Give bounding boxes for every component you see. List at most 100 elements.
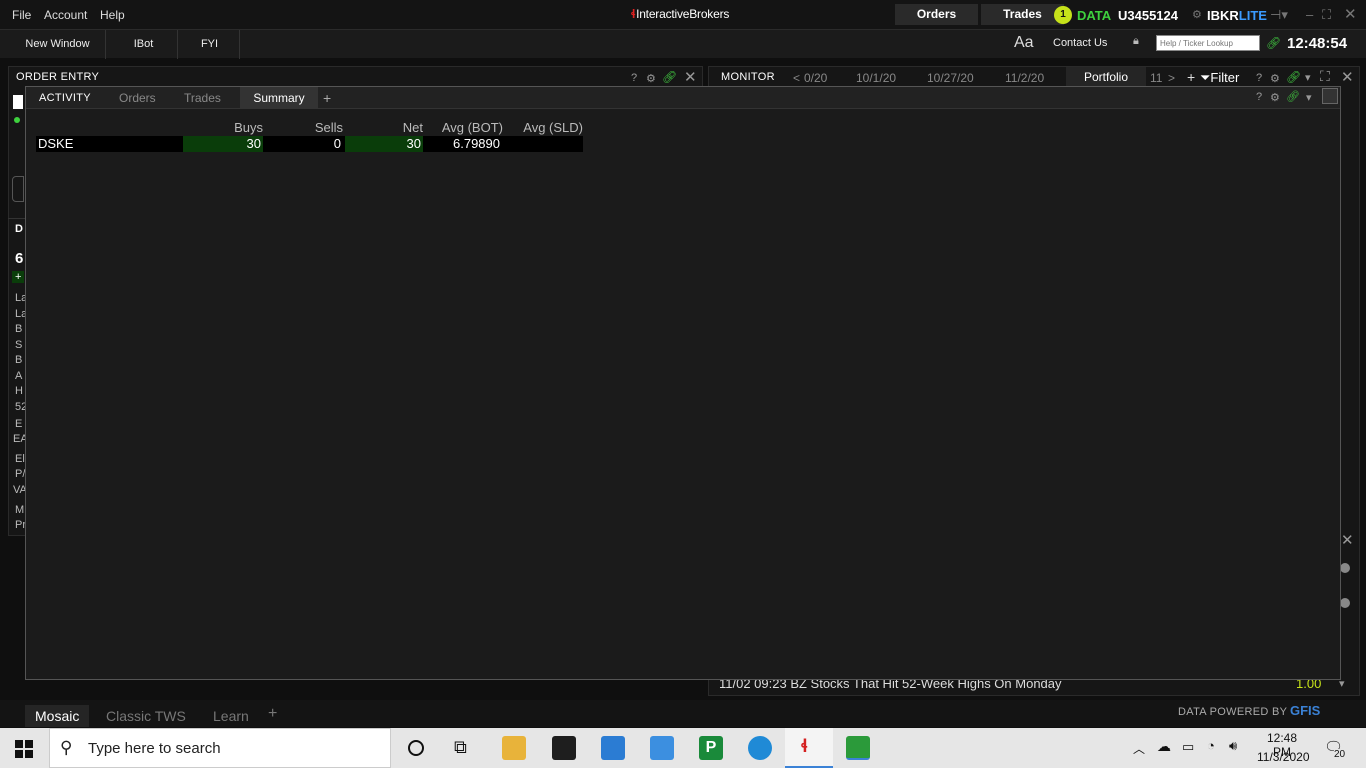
trading-app-icon[interactable]	[846, 736, 870, 760]
side-label-2[interactable]: +	[12, 271, 25, 283]
monitor-close-icon[interactable]: ✕	[1341, 68, 1354, 86]
new-window-button[interactable]: New Window	[10, 30, 106, 59]
scroll-knob-icon[interactable]	[1340, 563, 1350, 573]
col-header-avg-bot[interactable]: Avg (BOT)	[423, 120, 503, 135]
add-layout-icon[interactable]: +	[258, 703, 287, 725]
monitor-maximize-icon[interactable]: ⛶	[1320, 68, 1330, 85]
activity-link-icon[interactable]: 🔗︎	[1286, 90, 1300, 103]
order-entry-symbol-box[interactable]	[13, 95, 23, 109]
order-entry-title: ORDER ENTRY	[16, 71, 100, 83]
monitor-scroll-left-icon[interactable]: <	[793, 71, 800, 85]
taskbar-search-text[interactable]: Type here to search	[88, 740, 221, 757]
monitor-link-icon[interactable]: 🔗︎	[1286, 70, 1301, 84]
order-entry-help-icon[interactable]: ?	[631, 72, 637, 84]
orders-button[interactable]: Orders	[895, 4, 978, 25]
order-entry-link-icon[interactable]: 🔗︎	[662, 70, 677, 84]
activity-dropdown-icon[interactable]: ▾	[1306, 91, 1312, 104]
battery-icon[interactable]: ▭	[1182, 739, 1194, 755]
activity-gear-icon[interactable]: ⚙	[1270, 91, 1280, 104]
row-avg-bot: 6.79890	[453, 136, 500, 151]
windows-start-icon[interactable]	[15, 740, 33, 758]
activity-maximize-icon[interactable]	[1322, 88, 1338, 104]
data-status[interactable]: DATA	[1077, 8, 1111, 23]
pin-icon[interactable]: ⊣▾	[1270, 7, 1288, 23]
store-icon[interactable]	[552, 736, 576, 760]
monitor-tab-0[interactable]: 0/20	[804, 71, 827, 85]
ibkr-lite-label: IBKRLITE	[1207, 8, 1267, 23]
task-view-icon[interactable]: ⧉	[454, 737, 467, 758]
minimize-icon[interactable]: ‒	[1306, 7, 1313, 22]
order-entry-close-icon[interactable]: ✕	[684, 68, 697, 86]
monitor-tab-2[interactable]: 10/27/20	[927, 71, 974, 85]
tab-classic-tws[interactable]: Classic TWS	[96, 705, 196, 727]
monitor-dropdown-icon[interactable]: ▾	[1305, 71, 1311, 84]
monitor-add-tab-icon[interactable]: +	[1187, 69, 1195, 85]
tab-learn[interactable]: Learn	[203, 705, 259, 727]
ibkr-text: IBKR	[1207, 8, 1239, 23]
col-header-sells[interactable]: Sells	[263, 120, 343, 135]
volume-icon[interactable]: 🔊︎	[1229, 738, 1237, 754]
menu-file[interactable]: File	[12, 8, 31, 22]
side-label-14: P/	[15, 468, 26, 480]
side-label-1: 6	[15, 250, 24, 267]
close-icon[interactable]: ✕	[1344, 5, 1357, 23]
order-entry-search-icon[interactable]	[12, 176, 24, 202]
row-symbol[interactable]: DSKE	[38, 136, 183, 152]
clock: 12:48:54	[1287, 35, 1348, 52]
activity-help-icon[interactable]: ?	[1256, 91, 1262, 103]
monitor-tab-1[interactable]: 10/1/20	[856, 71, 896, 85]
tray-chevron-icon[interactable]: ︿	[1133, 740, 1145, 757]
edge-icon[interactable]	[748, 736, 772, 760]
gfis-logo: GFIS	[1290, 703, 1321, 718]
lock-icon[interactable]: 🔒︎	[1133, 35, 1139, 48]
file-explorer-icon[interactable]	[502, 736, 526, 760]
tws-icon[interactable]: ɬ	[801, 736, 807, 757]
news-close-icon[interactable]: ✕	[1341, 531, 1354, 549]
tab-trades[interactable]: Trades	[184, 87, 221, 109]
add-tab-icon[interactable]: +	[323, 87, 331, 109]
onedrive-icon[interactable]: ☁	[1157, 738, 1171, 755]
link-icon[interactable]: 🔗︎	[1266, 36, 1281, 50]
monitor-tab-overflow[interactable]: 11	[1150, 71, 1162, 85]
gear-icon[interactable]: ⚙	[1192, 8, 1202, 21]
tab-orders[interactable]: Orders	[119, 87, 156, 109]
menu-help[interactable]: Help	[100, 8, 125, 22]
publisher-icon[interactable]: P	[699, 736, 723, 760]
maximize-icon[interactable]: ⛶	[1322, 7, 1331, 23]
tab-summary[interactable]: Summary	[240, 87, 318, 109]
brand-logo: ɬInteractiveBrokers	[631, 7, 729, 21]
col-header-net[interactable]: Net	[343, 120, 423, 135]
col-header-avg-sld[interactable]: Avg (SLD)	[503, 120, 583, 135]
ticker-lookup-input[interactable]	[1156, 35, 1260, 51]
power-automate-icon[interactable]	[650, 736, 674, 760]
account-id[interactable]: U3455124	[1118, 8, 1178, 23]
ibot-button[interactable]: IBot	[110, 30, 178, 59]
fyi-button[interactable]: FYI	[180, 30, 240, 59]
contact-us-link[interactable]: Contact Us	[1053, 37, 1107, 49]
monitor-tab-3[interactable]: 11/2/20	[1005, 71, 1044, 85]
activity-window: ACTIVITY Orders Trades Summary + ? ⚙ 🔗︎ …	[25, 86, 1341, 680]
wifi-icon[interactable]: ◔	[1207, 738, 1215, 753]
monitor-gear-icon[interactable]: ⚙	[1270, 72, 1280, 85]
filter-icon: ⏷	[1200, 70, 1211, 85]
tws-active-icon-bg[interactable]	[785, 728, 833, 768]
monitor-scroll-right-icon[interactable]: >	[1168, 71, 1175, 85]
monitor-help-icon[interactable]: ?	[1256, 72, 1262, 84]
status-dot-icon	[14, 117, 20, 123]
menu-account[interactable]: Account	[44, 8, 87, 22]
brand-name: InteractiveBrokers	[636, 7, 730, 21]
tab-mosaic[interactable]: Mosaic	[25, 705, 90, 727]
order-entry-gear-icon[interactable]: ⚙	[646, 72, 656, 85]
mail-icon[interactable]	[601, 736, 625, 760]
font-size-button[interactable]: Aa	[1014, 34, 1034, 52]
search-icon: ⚲	[60, 738, 73, 757]
col-header-buys[interactable]: Buys	[183, 120, 263, 135]
side-label-11: E	[15, 418, 23, 430]
tray-date[interactable]: 11/3/2020	[1257, 750, 1310, 764]
scroll-knob-icon-2[interactable]	[1340, 598, 1350, 608]
filter-button[interactable]: ⏷Filter	[1200, 70, 1239, 86]
trades-button[interactable]: Trades	[981, 4, 1064, 25]
cortana-icon[interactable]	[408, 740, 424, 756]
notification-badge[interactable]: 1	[1054, 6, 1072, 24]
monitor-tab-portfolio[interactable]: Portfolio	[1066, 67, 1146, 87]
